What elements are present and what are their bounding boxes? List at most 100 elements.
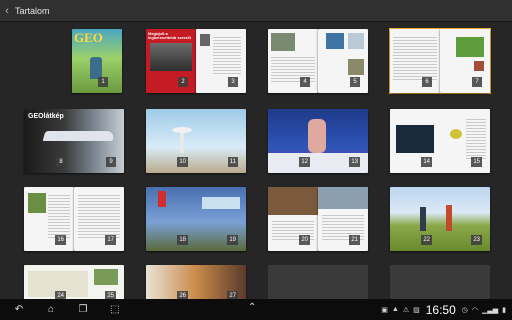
photo-spread[interactable]: GEOlátkép 8 9 (24, 109, 124, 173)
page-number: 23 (471, 235, 482, 245)
text-block (466, 117, 486, 159)
magazine-logo: GEO (74, 30, 103, 45)
photo (396, 125, 434, 153)
page-number: 17 (105, 235, 116, 245)
cover-page[interactable]: GEO 1 (72, 29, 122, 93)
battery-icon: ▮ (502, 306, 506, 314)
page-number: 20 (299, 235, 310, 245)
photo (28, 193, 46, 213)
text-block (213, 35, 241, 75)
page-number: 15 (471, 157, 482, 167)
text-block (393, 35, 437, 81)
signal-icon: ▁▃▅ (481, 306, 499, 314)
person-figure (420, 207, 426, 231)
person-figure (446, 205, 452, 231)
page-number: 14 (421, 157, 432, 167)
page-number: 5 (350, 77, 360, 87)
page-16[interactable]: 16 (24, 187, 74, 251)
ad-page[interactable]: Megújult a legkeresettebb szerzői 2 (146, 29, 196, 93)
app-bar: ‹ Tartalom (0, 0, 512, 22)
thumb-spread-10-11[interactable]: 10 11 (146, 109, 246, 173)
thumb-spread-26-27[interactable]: 26 27 (146, 265, 246, 299)
thumb-spread-2-3[interactable]: Megújult a legkeresettebb szerzői 2 3 (146, 29, 246, 93)
photo (94, 269, 118, 285)
chevron-left-icon[interactable]: ‹ (0, 0, 14, 22)
page-number: 13 (349, 157, 360, 167)
page-17[interactable]: 17 (74, 187, 124, 251)
page-number: 25 (105, 291, 116, 299)
page-20[interactable]: 20 (268, 187, 318, 251)
page-number: 7 (472, 77, 482, 87)
page-4[interactable]: 4 (268, 29, 318, 93)
clock-icon: ◷ (461, 306, 468, 314)
page-spread[interactable]: 24 25 (24, 265, 124, 299)
page-3[interactable]: 3 (196, 29, 246, 93)
photo (474, 61, 484, 71)
gallery-icon: ▣ (381, 306, 388, 314)
photo-spread[interactable]: 26 27 (146, 265, 246, 299)
building-stem (180, 133, 184, 153)
text-block (78, 193, 120, 239)
page-number: 19 (227, 235, 238, 245)
page-21[interactable]: 21 (318, 187, 368, 251)
ad-headline: Megújult a legkeresettebb szerzői (148, 31, 191, 40)
photo-spread[interactable]: 22 23 (390, 187, 490, 251)
photo (348, 59, 364, 75)
page-number: 10 (177, 157, 188, 167)
page-number: 6 (422, 77, 432, 87)
illustration (450, 129, 462, 139)
back-arrow-icon[interactable]: ↶ (8, 299, 30, 320)
page-7[interactable]: 7 (440, 29, 490, 93)
portrait-photo (200, 34, 210, 46)
upload-icon: ▲ (391, 306, 399, 313)
thumb-spread-20-21[interactable]: 20 21 (268, 187, 368, 251)
photo (318, 187, 368, 209)
thumb-spread-8-9[interactable]: GEOlátkép 8 9 (24, 109, 124, 173)
photo-spread[interactable]: 10 11 (146, 109, 246, 173)
page-number: 26 (177, 291, 188, 299)
thumb-spread-4-5[interactable]: 4 5 (268, 29, 368, 93)
photo-spread[interactable]: 18 19 (146, 187, 246, 251)
photo (326, 33, 344, 49)
screenshot-icon[interactable]: ⬚ (104, 299, 126, 320)
status-area[interactable]: ▣ ▲ ⚠ ▨ 16:50 ◷ ◠ ▁▃▅ ▮ (381, 299, 512, 320)
page-number: 18 (177, 235, 188, 245)
thumb-spread-6-7[interactable]: 6 7 (389, 28, 491, 94)
home-icon[interactable]: ⌂ (40, 299, 62, 320)
app: ‹ Tartalom GEO 1 Megújult a legkeresette… (0, 0, 512, 320)
page-number: 11 (227, 157, 238, 167)
thumb-loading[interactable] (268, 265, 368, 299)
recent-apps-icon[interactable]: ❐ (72, 299, 94, 320)
thumb-spread-18-19[interactable]: 18 19 (146, 187, 246, 251)
page-number: 1 (98, 77, 108, 87)
page-number: 22 (421, 235, 432, 245)
chevron-up-icon[interactable]: ⌃ (248, 302, 256, 313)
warning-icon: ⚠ (402, 306, 410, 314)
thumb-loading[interactable] (390, 265, 490, 299)
section-title: GEOlátkép (28, 113, 64, 120)
page-spread[interactable]: 14 15 (390, 109, 490, 173)
system-nav-bar: ↶ ⌂ ❐ ⬚ ⌃ ▣ ▲ ⚠ ▨ 16:50 ◷ ◠ ▁▃▅ ▮ (0, 299, 512, 320)
page-number: 4 (300, 77, 310, 87)
page-title[interactable]: Tartalom (14, 6, 50, 16)
page-number: 2 (178, 77, 188, 87)
photo-spread[interactable]: 12 13 (268, 109, 368, 173)
photo (348, 33, 364, 49)
page-6[interactable]: 6 (390, 29, 440, 93)
page-5[interactable]: 5 (318, 29, 368, 93)
thumb-spread-24-25[interactable]: 24 25 (24, 265, 124, 299)
image-icon: ▨ (413, 306, 420, 314)
thumb-spread-1-2[interactable]: GEO 1 (24, 29, 124, 93)
page-number: 8 (56, 157, 66, 167)
flag (158, 191, 166, 207)
cover-figure (90, 57, 102, 79)
thumb-spread-12-13[interactable]: 12 13 (268, 109, 368, 173)
thumb-spread-16-17[interactable]: 16 17 (24, 187, 124, 251)
thumb-spread-14-15[interactable]: 14 15 (390, 109, 490, 173)
thumb-spread-22-23[interactable]: 22 23 (390, 187, 490, 251)
architecture-shape (42, 131, 116, 141)
photo (271, 33, 295, 51)
page-number: 3 (228, 77, 238, 87)
photo (268, 187, 318, 215)
thumbnail-grid: GEO 1 Megújult a legkeresettebb szerzői … (0, 23, 512, 299)
